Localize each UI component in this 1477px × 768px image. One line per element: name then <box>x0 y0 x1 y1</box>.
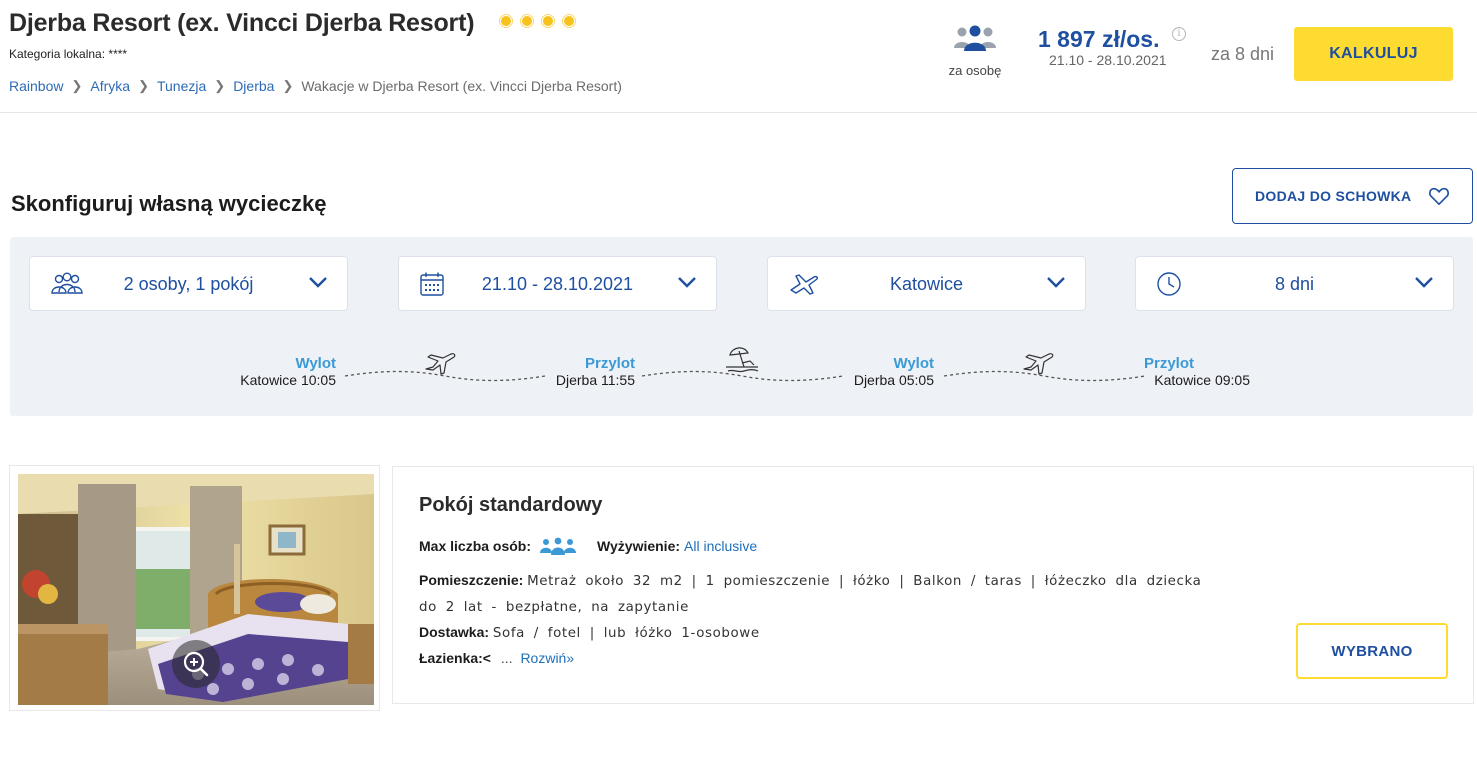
chevron-down-icon <box>309 277 327 288</box>
people-icon <box>540 537 577 555</box>
leg-label: Przylot <box>1144 355 1195 372</box>
per-person-label: za osobę <box>948 63 1002 78</box>
room-title: Pokój standardowy <box>419 494 603 516</box>
plane-icon <box>1023 353 1054 375</box>
star-sun-icon <box>497 12 515 30</box>
room-description: Pomieszczenie: Metraż około 32 m2 | 1 po… <box>419 568 1219 670</box>
room-photo-card <box>9 465 380 711</box>
chevron-down-icon <box>1415 277 1433 288</box>
expand-link[interactable]: Rozwiń» <box>520 650 574 666</box>
duration-select[interactable]: 8 dni <box>1135 256 1454 311</box>
board-label: Wyżywienie: <box>597 538 681 554</box>
room-details-label: Pomieszczenie: <box>419 572 524 588</box>
outbound-departure: Wylot Katowice 10:05 <box>232 355 336 388</box>
heart-icon <box>1429 187 1449 205</box>
departure-value: Katowice <box>889 274 964 294</box>
favorites-label: DODAJ DO SCHOWKA <box>1255 188 1412 204</box>
breadcrumb-current: Wakacje w Djerba Resort (ex. Vincci Djer… <box>301 78 622 94</box>
per-person-indicator: za osobę <box>944 24 1006 78</box>
chevron-down-icon <box>1047 277 1065 288</box>
room-details-value: Metraż około 32 m2 | 1 pomieszczenie | ł… <box>419 574 1202 615</box>
breadcrumb-link[interactable]: Djerba <box>233 78 274 94</box>
leg-place-time: Djerba 05:05 <box>853 372 934 388</box>
chevron-right-icon: ❯ <box>282 78 294 93</box>
breadcrumb-link[interactable]: Rainbow <box>9 78 63 94</box>
bathroom-label: Łazienka:< <box>419 650 491 666</box>
price-dates: 21.10 - 28.10.2021 <box>1049 52 1167 68</box>
room-info-card: Pokój standardowy Max liczba osób: Wyżyw… <box>392 466 1474 704</box>
ellipsis: ... <box>500 650 513 666</box>
outbound-arrival: Przylot Djerba 11:55 <box>530 355 635 388</box>
breadcrumb: Rainbow ❯ Afryka ❯ Tunezja ❯ Djerba ❯ Wa… <box>9 78 622 94</box>
people-icon <box>954 25 996 51</box>
return-arrival: Przylot Katowice 09:05 <box>1144 355 1250 388</box>
zoom-in-button[interactable] <box>172 640 220 688</box>
rating-stars <box>497 12 578 30</box>
duration-value: 8 dni <box>1274 274 1315 294</box>
duration-label: za 8 dni <box>1211 44 1275 64</box>
extra-bed-label: Dostawka: <box>419 624 490 640</box>
persons-value: 2 osoby, 1 pokój <box>123 274 254 294</box>
breadcrumb-link[interactable]: Afryka <box>90 78 130 94</box>
chevron-right-icon: ❯ <box>138 78 149 93</box>
leg-label: Przylot <box>584 355 635 372</box>
dates-select[interactable]: 21.10 - 28.10.2021 <box>398 256 717 311</box>
trip-config-panel: 2 osoby, 1 pokój 21.10 - 28.10.2021 Kato… <box>10 237 1473 416</box>
departure-select[interactable]: Katowice <box>767 256 1086 311</box>
dates-value: 21.10 - 28.10.2021 <box>481 274 634 294</box>
chevron-down-icon <box>678 277 696 288</box>
return-departure: Wylot Djerba 05:05 <box>830 355 934 388</box>
add-to-favorites-button[interactable]: DODAJ DO SCHOWKA <box>1232 168 1473 224</box>
persons-select[interactable]: 2 osoby, 1 pokój <box>29 256 348 311</box>
board-value: All inclusive <box>684 538 758 554</box>
max-persons-label: Max liczba osób: <box>419 538 532 554</box>
breadcrumb-link[interactable]: Tunezja <box>157 78 206 94</box>
leg-place-time: Katowice 10:05 <box>240 372 336 388</box>
chevron-right-icon: ❯ <box>71 78 83 93</box>
beach-umbrella-icon <box>726 347 759 373</box>
star-sun-icon <box>560 12 578 30</box>
configure-title: Skonfiguruj własną wycieczkę <box>11 191 327 216</box>
zoom-in-icon <box>183 651 209 677</box>
calculate-button[interactable]: KALKULUJ <box>1294 27 1453 81</box>
info-icon[interactable]: i <box>1172 27 1186 41</box>
plane-icon <box>425 353 456 375</box>
local-category: Kategoria lokalna: **** <box>9 47 128 61</box>
extra-bed-value: Sofa / fotel | lub łóżko 1-osobowe <box>492 626 760 641</box>
star-sun-icon <box>518 12 536 30</box>
room-summary: Max liczba osób: Wyżywienie: All inclusi… <box>419 536 757 556</box>
leg-label: Wylot <box>295 355 336 372</box>
star-sun-icon <box>539 12 557 30</box>
chevron-right-icon: ❯ <box>214 78 226 93</box>
room-photo[interactable] <box>18 474 374 705</box>
page-header: Djerba Resort (ex. Vincci Djerba Resort)… <box>0 0 1477 113</box>
leg-label: Wylot <box>893 355 934 372</box>
selected-room-button[interactable]: WYBRANO <box>1296 623 1448 679</box>
leg-place-time: Katowice 09:05 <box>1154 372 1250 388</box>
leg-place-time: Djerba 11:55 <box>555 372 635 388</box>
price: 1 897 zł/os. <box>1038 26 1160 52</box>
hotel-title: Djerba Resort (ex. Vincci Djerba Resort) <box>9 9 475 37</box>
